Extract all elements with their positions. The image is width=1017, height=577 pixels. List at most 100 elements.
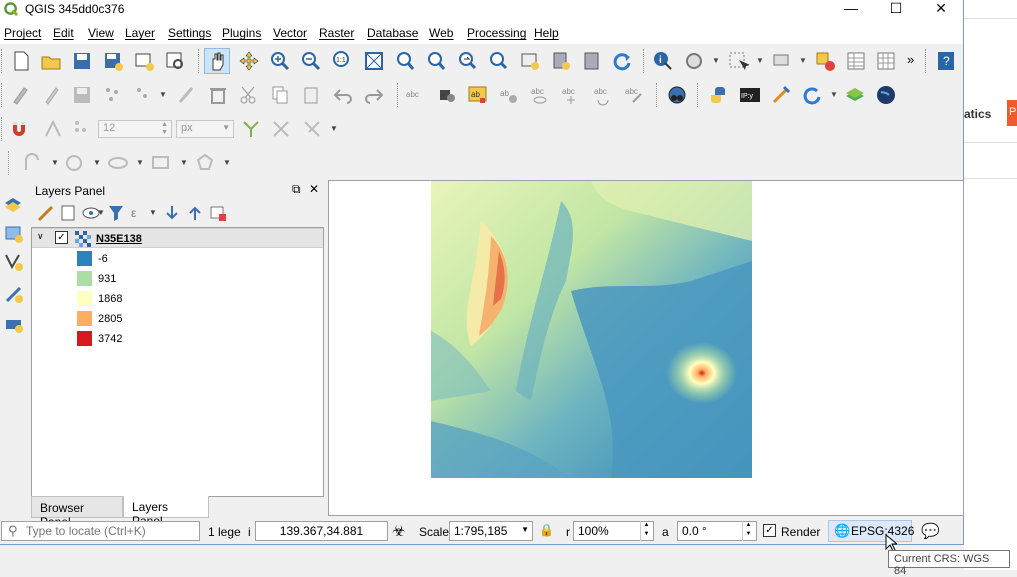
vertex-tool-icon[interactable] bbox=[131, 82, 157, 108]
layer-row-n35e138[interactable]: ∨ ✓ N35E138 bbox=[32, 228, 323, 248]
highlight-labels-icon[interactable]: ab bbox=[465, 82, 491, 108]
messages-icon[interactable]: 💬 bbox=[921, 522, 940, 540]
pan-to-selection-icon[interactable] bbox=[236, 48, 262, 74]
menu-help[interactable]: Help bbox=[534, 26, 559, 40]
menu-project[interactable]: Project bbox=[4, 26, 41, 40]
toggle-editing-icon[interactable] bbox=[38, 82, 64, 108]
toggle-extents-icon[interactable]: ☣ bbox=[392, 522, 405, 540]
help-contents-icon[interactable]: ? bbox=[933, 48, 959, 74]
magnifier-spin-icon[interactable]: ▲ ▼ bbox=[640, 521, 652, 541]
select-by-value-icon[interactable] bbox=[769, 48, 795, 74]
open-project-icon[interactable] bbox=[38, 48, 64, 74]
filter-by-expression-icon[interactable]: ε bbox=[125, 200, 151, 226]
zoom-native-icon[interactable]: 1:1 bbox=[330, 48, 356, 74]
show-hide-labels-icon[interactable]: abc bbox=[527, 82, 553, 108]
python-console-icon[interactable] bbox=[705, 82, 731, 108]
rotate-label-icon[interactable]: abc bbox=[590, 82, 616, 108]
background-button[interactable]: P bbox=[1007, 100, 1017, 126]
zoom-last-icon[interactable] bbox=[455, 48, 481, 74]
run-action-icon[interactable] bbox=[681, 48, 707, 74]
minimize-button[interactable]: — bbox=[828, 0, 874, 19]
save-as-icon[interactable] bbox=[100, 48, 126, 74]
new-project-icon[interactable] bbox=[8, 48, 34, 74]
save-layer-edits-icon[interactable] bbox=[69, 82, 95, 108]
data-source-manager-icon[interactable] bbox=[0, 190, 28, 218]
paste-features-icon[interactable] bbox=[298, 82, 324, 108]
self-snapping-icon[interactable] bbox=[299, 116, 325, 142]
trace-digitizing-icon[interactable] bbox=[238, 116, 264, 142]
zoom-to-layer-icon[interactable] bbox=[423, 48, 449, 74]
new-temporary-layer-icon[interactable] bbox=[0, 310, 28, 338]
add-circular-string-icon[interactable] bbox=[20, 150, 46, 176]
menu-settings[interactable]: Settings bbox=[168, 26, 211, 40]
menu-processing[interactable]: Processing bbox=[467, 26, 526, 40]
copy-features-icon[interactable] bbox=[267, 82, 293, 108]
snap-to-vertex-icon[interactable] bbox=[40, 116, 66, 142]
field-calculator-icon[interactable] bbox=[873, 48, 899, 74]
zoom-out-icon[interactable] bbox=[298, 48, 324, 74]
redo-icon[interactable] bbox=[361, 82, 387, 108]
coordinate-field[interactable]: 139.367,34.881 bbox=[255, 521, 388, 541]
move-label-icon[interactable]: abc bbox=[558, 82, 584, 108]
refresh-icon[interactable] bbox=[609, 48, 635, 74]
close-button[interactable]: ✕ bbox=[918, 0, 964, 19]
delete-selected-icon[interactable] bbox=[205, 82, 231, 108]
menu-vector[interactable]: Vector bbox=[273, 26, 307, 40]
layer-visibility-checkbox[interactable]: ✓ bbox=[55, 231, 68, 244]
new-print-layout-icon[interactable] bbox=[131, 48, 157, 74]
snap-type-icon[interactable] bbox=[70, 116, 96, 142]
qgis2web-icon[interactable] bbox=[842, 82, 868, 108]
locator-search-input[interactable]: ⚲ Type to locate (Ctrl+K) bbox=[1, 521, 200, 541]
pin-labels-icon[interactable]: ab bbox=[496, 82, 522, 108]
toolbar-overflow-icon[interactable]: » bbox=[907, 52, 914, 67]
globe-icon[interactable] bbox=[873, 82, 899, 108]
add-raster-layer-icon[interactable] bbox=[0, 220, 28, 248]
maximize-button[interactable]: ☐ bbox=[873, 0, 919, 19]
add-ellipse-icon[interactable] bbox=[105, 150, 131, 176]
tab-layers-panel[interactable]: Layers Panel bbox=[123, 496, 209, 528]
menu-database[interactable]: Database bbox=[367, 26, 418, 40]
new-geopackage-layer-icon[interactable] bbox=[0, 280, 28, 308]
add-point-feature-icon[interactable] bbox=[100, 82, 126, 108]
identify-features-icon[interactable]: i bbox=[650, 48, 676, 74]
select-features-icon[interactable] bbox=[725, 48, 751, 74]
zoom-full-icon[interactable] bbox=[361, 48, 387, 74]
metasearch-icon[interactable] bbox=[664, 82, 690, 108]
layout-manager-icon[interactable] bbox=[162, 48, 188, 74]
tab-browser-panel[interactable]: Browser Panel bbox=[31, 496, 123, 529]
deselect-features-icon[interactable] bbox=[812, 48, 838, 74]
cut-features-icon[interactable] bbox=[236, 82, 262, 108]
add-rectangle-icon[interactable] bbox=[148, 150, 174, 176]
menu-web[interactable]: Web bbox=[429, 26, 453, 40]
remove-layer-icon[interactable] bbox=[205, 200, 231, 226]
snap-unit-select[interactable]: px ▼ bbox=[176, 120, 234, 138]
map-canvas[interactable] bbox=[328, 180, 964, 516]
snap-tolerance-input[interactable]: 12 ▲ ▼ bbox=[98, 120, 172, 138]
lock-scale-icon[interactable]: 🔒 bbox=[539, 523, 554, 537]
menu-view[interactable]: View bbox=[88, 26, 114, 40]
add-circle-icon[interactable] bbox=[61, 150, 87, 176]
zoom-in-icon[interactable] bbox=[267, 48, 293, 74]
open-attribute-table-icon[interactable] bbox=[843, 48, 869, 74]
rotation-spin-icon[interactable]: ▲ ▼ bbox=[742, 521, 754, 541]
chevron-down-icon[interactable]: ∨ bbox=[37, 231, 44, 242]
float-panel-icon[interactable]: ⧉ bbox=[292, 182, 301, 197]
crs-button[interactable]: 🌐 EPSG:4326 bbox=[828, 520, 914, 542]
undo-icon[interactable] bbox=[330, 82, 356, 108]
new-map-view-icon[interactable] bbox=[517, 48, 543, 74]
snapping-magnet-icon[interactable] bbox=[6, 116, 32, 142]
plugin-reloader-icon[interactable] bbox=[799, 82, 825, 108]
menu-raster[interactable]: Raster bbox=[319, 26, 354, 40]
scale-combobox[interactable]: 1:795,185 ▼ bbox=[449, 521, 533, 541]
save-project-icon[interactable] bbox=[69, 48, 95, 74]
change-label-icon[interactable]: abc bbox=[621, 82, 647, 108]
new-shapefile-layer-icon[interactable] bbox=[0, 248, 28, 276]
show-bookmarks-icon[interactable] bbox=[579, 48, 605, 74]
current-edits-icon[interactable] bbox=[8, 82, 34, 108]
zoom-next-icon[interactable] bbox=[486, 48, 512, 74]
layer-labeling-icon[interactable] bbox=[434, 82, 460, 108]
menu-edit[interactable]: Edit bbox=[53, 26, 74, 40]
add-regular-polygon-icon[interactable] bbox=[192, 150, 218, 176]
menu-plugins[interactable]: Plugins bbox=[222, 26, 261, 40]
plugin-builder-icon[interactable] bbox=[768, 82, 794, 108]
